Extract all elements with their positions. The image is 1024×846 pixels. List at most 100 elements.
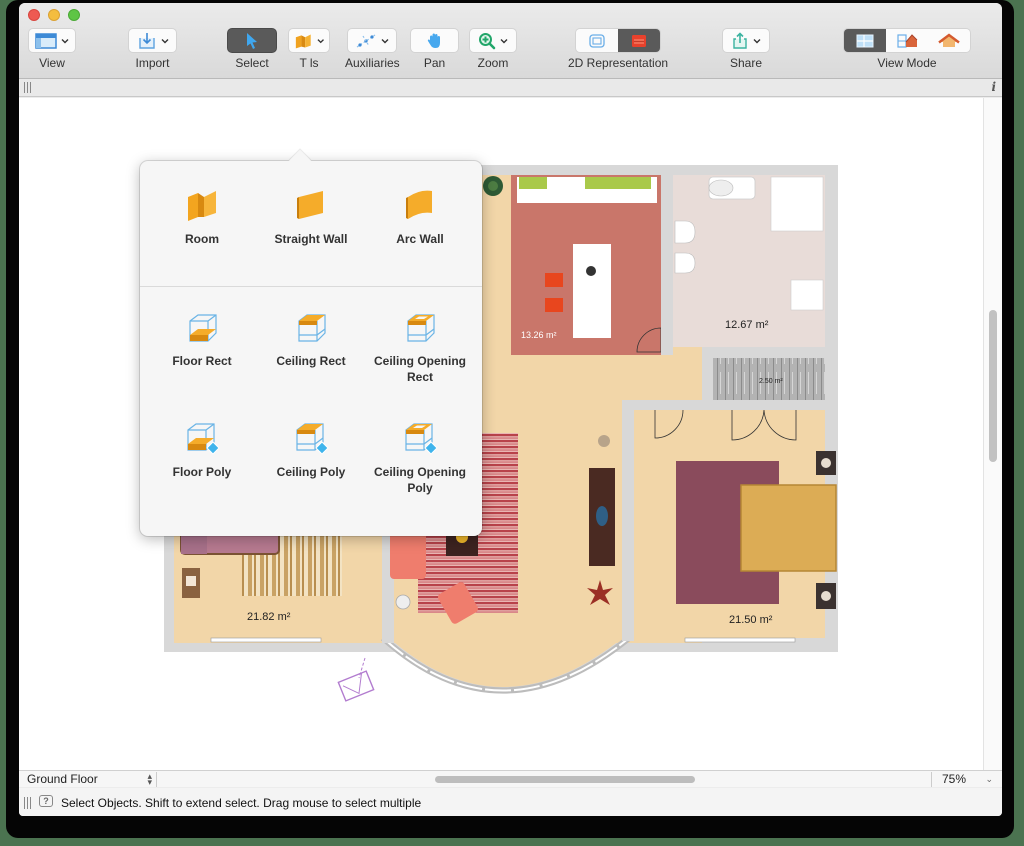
inner-wall bbox=[661, 175, 673, 355]
status-grip[interactable] bbox=[24, 797, 31, 809]
floor-rect-icon bbox=[189, 314, 217, 342]
vertical-scroll-thumb[interactable] bbox=[989, 310, 997, 462]
ceiling-opening-rect-icon bbox=[407, 314, 435, 342]
view-mode-2d-button[interactable] bbox=[844, 29, 886, 52]
tools-popover: Room Straight Wall Arc Wall Floor Rect C… bbox=[140, 149, 482, 536]
zoom-in-icon bbox=[479, 32, 496, 49]
tool-ceiling-opening-rect[interactable]: Ceiling Opening Rect bbox=[363, 311, 477, 385]
plant[interactable] bbox=[598, 435, 610, 447]
info-icon[interactable]: i bbox=[991, 80, 996, 94]
ceiling-opening-poly-icon bbox=[405, 423, 438, 455]
toolbar-view-mode: View Mode bbox=[844, 29, 970, 70]
pan-button[interactable] bbox=[411, 29, 458, 52]
floor-poly-icon bbox=[187, 423, 220, 455]
view-button[interactable] bbox=[29, 29, 75, 52]
tool-label: Room bbox=[185, 232, 219, 246]
pan-label: Pan bbox=[423, 56, 446, 70]
straight-wall-icon bbox=[297, 191, 323, 219]
bar-stool[interactable] bbox=[545, 298, 563, 312]
bedroom-right[interactable]: 21.50 m² bbox=[634, 409, 837, 643]
select-button[interactable] bbox=[228, 29, 276, 52]
inner-wall bbox=[622, 403, 634, 641]
share-button[interactable] bbox=[723, 29, 769, 52]
hand-icon bbox=[427, 33, 440, 48]
floor-plan-icon bbox=[856, 34, 874, 47]
room-icon bbox=[188, 191, 216, 221]
tool-floor-poly[interactable]: Floor Poly bbox=[145, 420, 259, 480]
auxiliary-lines-icon bbox=[357, 34, 376, 47]
import-label: Import bbox=[135, 56, 170, 70]
tool-label: Arc Wall bbox=[396, 232, 444, 246]
vertical-scrollbar[interactable] bbox=[983, 98, 1002, 770]
kitchen[interactable]: 13.26 m² bbox=[511, 175, 662, 355]
floor-select[interactable]: Ground Floor ▴ ▾ bbox=[21, 772, 157, 787]
room-area-label: 21.50 m² bbox=[729, 614, 773, 626]
toolbar-import[interactable]: Import bbox=[129, 29, 176, 70]
horizontal-scroll-thumb[interactable] bbox=[435, 776, 695, 783]
plant[interactable] bbox=[483, 176, 503, 196]
minimize-window-button[interactable] bbox=[48, 9, 60, 21]
tool-label: Ceiling Opening Rect bbox=[374, 354, 466, 384]
camera-marker[interactable] bbox=[337, 657, 375, 702]
tools-button[interactable] bbox=[289, 29, 329, 52]
toolbar-share[interactable]: Share bbox=[723, 29, 769, 70]
toolbar-zoom[interactable]: Zoom bbox=[470, 29, 516, 70]
help-bubble-icon[interactable]: ? bbox=[39, 795, 53, 807]
chevron-down-icon bbox=[317, 38, 324, 43]
tool-room[interactable]: Room bbox=[145, 187, 259, 247]
toolbar-2d-representation: 2D Representation bbox=[568, 29, 668, 70]
bar-stool[interactable] bbox=[545, 273, 563, 287]
tool-floor-rect[interactable]: Floor Rect bbox=[145, 311, 259, 369]
zoom-button[interactable] bbox=[470, 29, 516, 52]
house-3d-icon bbox=[938, 33, 960, 47]
close-window-button[interactable] bbox=[28, 9, 40, 21]
tool-label: Ceiling Rect bbox=[276, 354, 346, 368]
maximize-window-button[interactable] bbox=[68, 9, 80, 21]
closet[interactable]: 2.50 m² bbox=[713, 358, 825, 400]
sidebar-toggle-grip[interactable] bbox=[24, 82, 31, 93]
tool-ceiling-poly[interactable]: Ceiling Poly bbox=[254, 420, 368, 480]
view-label: View bbox=[39, 56, 65, 70]
view-mode-3d-button[interactable] bbox=[928, 29, 970, 52]
toolbar-pan[interactable]: Pan bbox=[411, 29, 458, 70]
tool-ceiling-rect[interactable]: Ceiling Rect bbox=[254, 311, 368, 369]
2d-representation-label: 2D Representation bbox=[568, 56, 669, 70]
textured-representation-button[interactable] bbox=[618, 29, 661, 52]
bed[interactable] bbox=[740, 484, 837, 572]
textured-chair-icon bbox=[632, 34, 647, 47]
zoom-level-select[interactable]: 75% ⌄ bbox=[931, 772, 995, 787]
chevron-down-icon bbox=[500, 38, 508, 43]
room-area-label: 12.67 m² bbox=[725, 319, 769, 331]
kitchen-island[interactable] bbox=[573, 244, 611, 338]
floor-select-value: Ground Floor bbox=[27, 772, 98, 786]
room-area-label: 13.26 m² bbox=[521, 330, 557, 340]
toolbar-view[interactable]: View bbox=[29, 29, 75, 70]
bathroom[interactable]: 12.67 m² bbox=[673, 175, 825, 347]
updown-chevron-icon: ▴ ▾ bbox=[147, 771, 152, 787]
chevron-down-icon bbox=[61, 38, 69, 43]
share-icon bbox=[733, 31, 747, 49]
split-view-icon bbox=[897, 33, 918, 48]
tool-straight-wall[interactable]: Straight Wall bbox=[254, 187, 368, 247]
view-layout-icon bbox=[35, 32, 57, 49]
view-mode-split-button[interactable] bbox=[886, 29, 928, 52]
chevron-down-icon: ⌄ bbox=[985, 774, 993, 784]
floor-lamp[interactable] bbox=[395, 594, 411, 610]
ceiling-rect-icon bbox=[298, 314, 326, 342]
tool-arc-wall[interactable]: Arc Wall bbox=[363, 187, 477, 247]
arc-wall-icon bbox=[406, 190, 432, 219]
plan-canvas[interactable]: 13.26 m² 12.67 m² 2.50 m² 21.50 m² 21.82… bbox=[19, 98, 983, 770]
toolbar-auxiliaries[interactable]: Auxiliaries bbox=[345, 29, 400, 70]
room-area-label: 2.50 m² bbox=[759, 378, 783, 385]
tool-ceiling-opening-poly[interactable]: Ceiling Opening Poly bbox=[363, 420, 477, 496]
tool-label: Floor Rect bbox=[172, 354, 232, 368]
auxiliaries-button[interactable] bbox=[348, 29, 397, 52]
status-bar: ? Select Objects. Shift to extend select… bbox=[19, 788, 1002, 816]
import-button[interactable] bbox=[129, 29, 176, 52]
zoom-level-value: 75% bbox=[942, 772, 967, 786]
toolbar-select[interactable]: Select bbox=[228, 29, 276, 70]
room-area-label: 21.82 m² bbox=[247, 611, 291, 623]
wireframe-representation-button[interactable] bbox=[576, 29, 619, 52]
toolbar-tools[interactable]: T ls bbox=[289, 29, 329, 70]
view-mode-segment bbox=[844, 29, 970, 52]
